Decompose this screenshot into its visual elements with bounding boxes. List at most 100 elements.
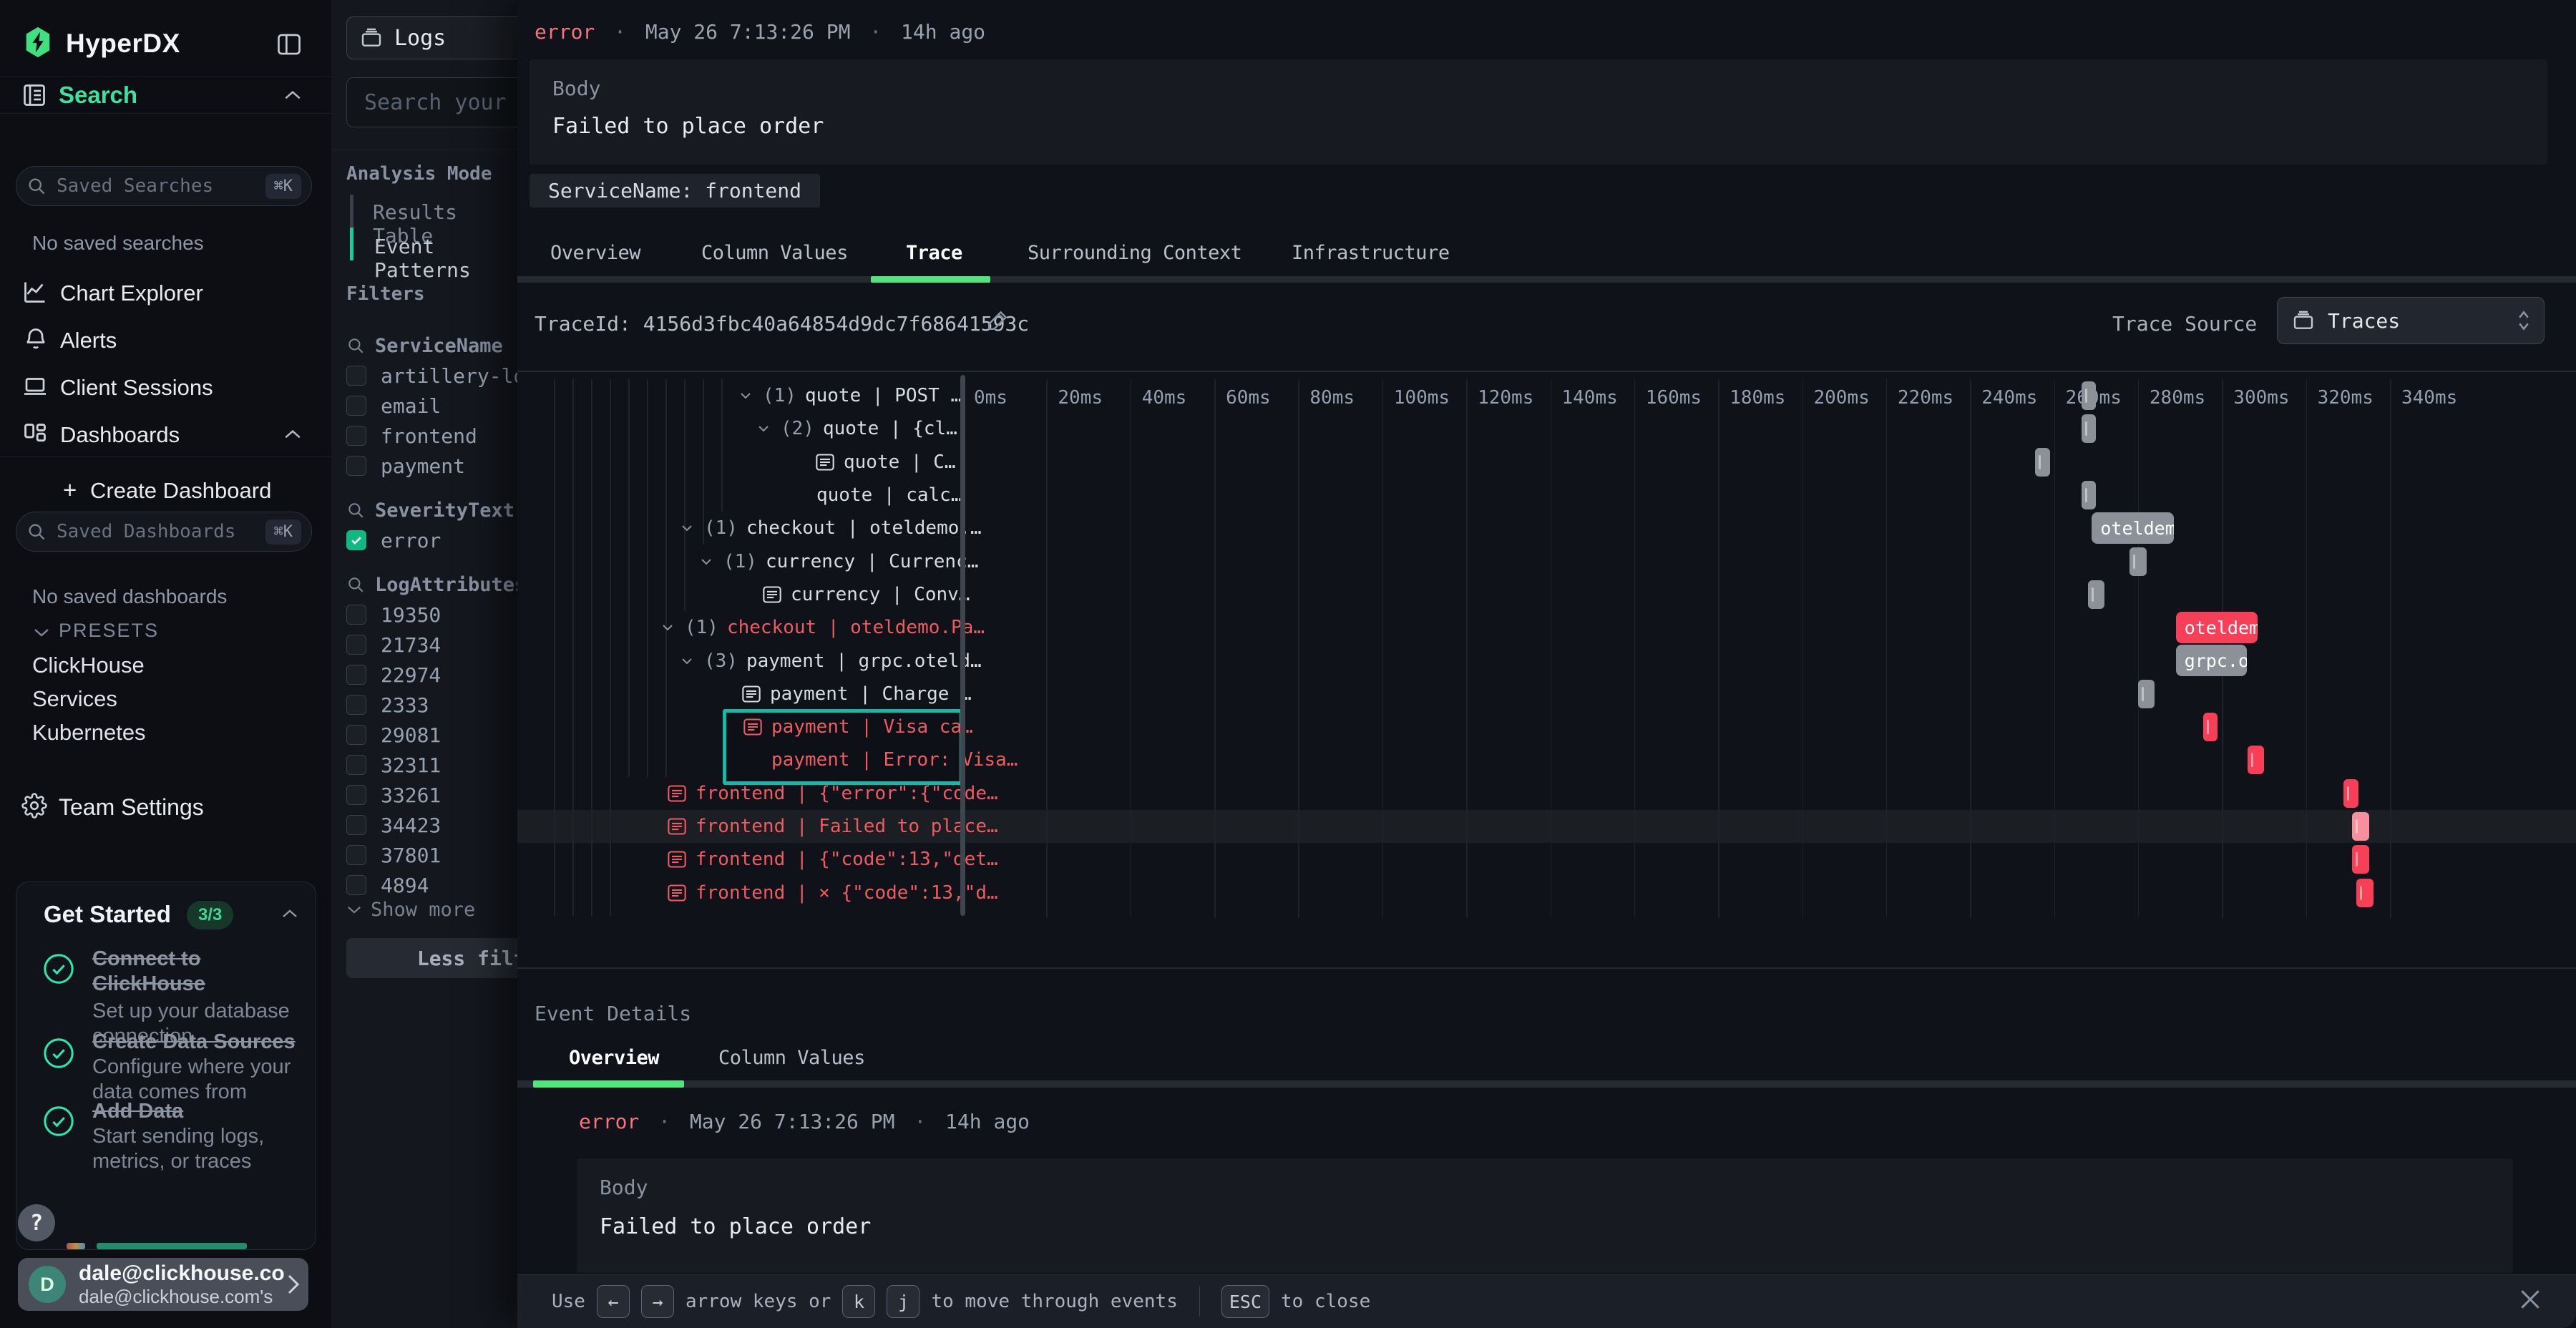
create-dashboard-button[interactable]: Create Dashboard xyxy=(90,478,271,504)
span-tree-row[interactable]: (1)currency | Currenc… xyxy=(698,545,978,578)
checkbox[interactable] xyxy=(346,366,366,386)
span-bar[interactable] xyxy=(2343,779,2358,808)
span-bar-labeled[interactable]: oteldem xyxy=(2092,512,2173,544)
tab-column-values[interactable]: Column Values xyxy=(701,242,848,264)
span-tree-row[interactable]: payment | Charge … xyxy=(741,678,972,711)
filter-item[interactable]: payment xyxy=(346,451,530,481)
checkbox[interactable] xyxy=(346,725,366,745)
filter-item[interactable]: email xyxy=(346,391,530,421)
filter-item[interactable]: 32311 xyxy=(346,750,530,780)
chevron-down-icon[interactable] xyxy=(33,627,50,638)
filter-item[interactable]: 22974 xyxy=(346,660,530,690)
span-bar[interactable] xyxy=(2203,713,2218,741)
span-tree-row-selected[interactable]: frontend | Failed to place… xyxy=(667,810,998,843)
checkbox[interactable] xyxy=(346,665,366,685)
checkbox[interactable] xyxy=(346,875,366,895)
span-bar-labeled[interactable]: grpc.o xyxy=(2176,645,2248,676)
checkbox[interactable] xyxy=(346,785,366,805)
span-bar[interactable] xyxy=(2035,448,2050,477)
span-tree-row[interactable]: quote | C… xyxy=(815,446,956,479)
sidebar-item-chart-explorer[interactable]: Chart Explorer xyxy=(60,280,203,306)
edit-pencil-icon[interactable] xyxy=(986,308,1010,332)
span-bar[interactable] xyxy=(2352,845,2369,874)
saved-dashboards-input[interactable]: Saved Dashboards ⌘K xyxy=(16,512,312,552)
span-bar[interactable] xyxy=(2082,414,2097,443)
checkbox[interactable] xyxy=(346,635,366,655)
source-select[interactable]: Logs xyxy=(346,16,530,59)
span-tree-row[interactable]: frontend | × {"code":13,"d… xyxy=(667,877,998,909)
collapse-sidebar-icon[interactable] xyxy=(276,33,302,56)
span-bar[interactable] xyxy=(2356,879,2373,907)
span-tree-row[interactable]: (1)checkout | oteldemo.Pa… xyxy=(659,611,985,644)
chevron-up-icon[interactable] xyxy=(283,89,302,102)
axis-tick-label: 320ms xyxy=(2318,387,2373,409)
filter-item[interactable]: error xyxy=(346,525,530,555)
filter-item[interactable]: 37801 xyxy=(346,840,530,870)
checkbox[interactable] xyxy=(346,845,366,865)
span-bar[interactable] xyxy=(2088,580,2105,609)
filter-item[interactable]: 29081 xyxy=(346,720,530,750)
checkbox[interactable] xyxy=(346,426,366,446)
span-tree-row[interactable]: currency | Conv… xyxy=(762,578,970,611)
filter-item[interactable]: 34423 xyxy=(346,810,530,840)
checkbox[interactable] xyxy=(346,755,366,775)
tab-trace[interactable]: Trace xyxy=(906,242,962,264)
sidebar-item-alerts[interactable]: Alerts xyxy=(60,328,117,353)
span-tree-row[interactable]: quote | calc… xyxy=(816,479,962,512)
span-tree-row[interactable]: payment | Visa ca… xyxy=(743,711,973,743)
filter-item[interactable]: 4894 xyxy=(346,870,530,900)
filter-item[interactable]: 33261 xyxy=(346,780,530,810)
span-tree-row[interactable]: (2)quote | {cl… xyxy=(755,412,957,445)
span-bar[interactable] xyxy=(2352,812,2369,841)
tab-surrounding-context[interactable]: Surrounding Context xyxy=(1028,242,1241,264)
span-bar[interactable] xyxy=(2082,381,2097,410)
service-name-chip[interactable]: ServiceName: frontend xyxy=(530,174,820,208)
filter-item[interactable]: artillery-loa xyxy=(346,361,530,391)
checkbox-checked[interactable] xyxy=(346,530,366,550)
sidebar-item-team-settings[interactable]: Team Settings xyxy=(59,794,204,821)
span-tree-row[interactable]: frontend | {"code":13,"det… xyxy=(667,843,998,876)
filter-group-header[interactable]: ServiceName xyxy=(346,331,530,361)
user-menu[interactable]: D dale@clickhouse.com dale@clickhouse.co… xyxy=(18,1258,308,1311)
help-button[interactable]: ? xyxy=(18,1204,55,1241)
checkbox[interactable] xyxy=(346,605,366,625)
filter-item[interactable]: 2333 xyxy=(346,690,530,720)
filter-item[interactable]: 19350 xyxy=(346,600,530,630)
show-more-button[interactable]: Show more xyxy=(346,899,475,921)
filter-group-header[interactable]: LogAttributes xyxy=(346,570,530,600)
tab-overview[interactable]: Overview xyxy=(550,242,640,264)
span-tree-row[interactable]: (1)quote | POST … xyxy=(737,379,962,412)
trace-source-select[interactable]: Traces xyxy=(2277,297,2545,344)
span-tree-row[interactable]: (1)checkout | oteldemo.… xyxy=(678,512,982,545)
sidebar-item-services[interactable]: Services xyxy=(32,686,117,712)
filter-item[interactable]: frontend xyxy=(346,421,530,451)
span-bar[interactable] xyxy=(2248,746,2265,774)
sidebar-item-clickhouse[interactable]: ClickHouse xyxy=(32,653,145,678)
span-bar[interactable] xyxy=(2138,680,2155,708)
filter-group-header[interactable]: SeverityText xyxy=(346,495,530,525)
span-bar[interactable] xyxy=(2082,481,2097,509)
event-search-input[interactable]: Search your ev xyxy=(346,77,530,127)
span-bar[interactable] xyxy=(2129,547,2147,576)
sidebar-item-client-sessions[interactable]: Client Sessions xyxy=(60,375,213,401)
event-details-tab-overview[interactable]: Overview xyxy=(569,1047,659,1069)
checkbox[interactable] xyxy=(346,396,366,416)
close-icon[interactable] xyxy=(2516,1285,2545,1314)
tab-infrastructure[interactable]: Infrastructure xyxy=(1292,242,1450,264)
checkbox[interactable] xyxy=(346,456,366,476)
presets-section-label[interactable]: PRESETS xyxy=(59,620,159,642)
chevron-up-icon[interactable] xyxy=(283,428,302,441)
sidebar-item-search[interactable]: Search xyxy=(59,82,137,109)
mode-event-patterns[interactable]: Event Patterns xyxy=(374,235,530,282)
saved-searches-input[interactable]: Saved Searches ⌘K xyxy=(16,166,312,206)
event-details-tab-column-values[interactable]: Column Values xyxy=(718,1047,865,1069)
checkbox[interactable] xyxy=(346,695,366,715)
sidebar-item-dashboards[interactable]: Dashboards xyxy=(60,422,180,448)
filter-item[interactable]: 21734 xyxy=(346,630,530,660)
span-bar-labeled[interactable]: oteldem xyxy=(2176,612,2258,643)
checkbox[interactable] xyxy=(346,815,366,835)
sidebar-item-kubernetes[interactable]: Kubernetes xyxy=(32,720,146,746)
span-tree-row[interactable]: (3)payment | grpc.oteld… xyxy=(678,644,982,677)
chevron-up-icon[interactable] xyxy=(281,908,298,919)
span-tree-row[interactable]: frontend | {"error":{"code… xyxy=(667,777,998,810)
